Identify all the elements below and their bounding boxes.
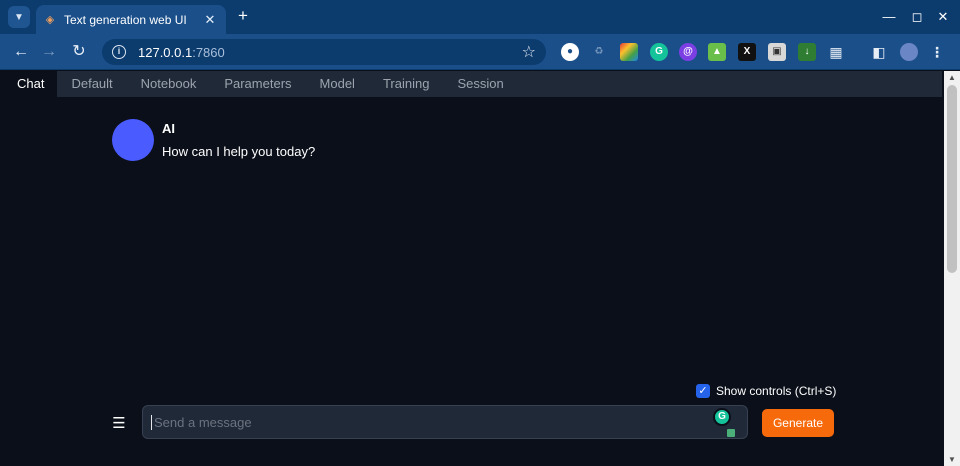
browser-titlebar: ▼ ◈ Text generation web UI ✕ + — ◻ ✕ — [0, 0, 960, 34]
minimize-icon[interactable]: — — [880, 8, 898, 26]
grammarly-icon[interactable]: G — [713, 408, 731, 426]
layers-icon: ◈ — [45, 13, 55, 26]
side-panel-icon[interactable]: ◧ — [870, 43, 888, 61]
browser-toolbar: ← → ↻ i 127.0.0.1:7860 ☆ ● ♻ G @ ▲ X ▣ ↓… — [0, 34, 960, 70]
back-arrow-icon[interactable]: ← — [10, 41, 32, 63]
puzzle-extensions-icon[interactable]: ▦ — [827, 43, 845, 61]
show-controls-toggle[interactable]: ✓ Show controls (Ctrl+S) — [696, 384, 836, 398]
app-tab-bar: Chat Default Notebook Parameters Model T… — [4, 71, 942, 97]
color-picker-extension-icon[interactable] — [620, 43, 638, 61]
new-tab-plus-icon[interactable]: + — [234, 7, 252, 25]
close-icon[interactable]: ✕ — [202, 12, 218, 28]
tab-default[interactable]: Default — [57, 71, 126, 97]
page-scrollbar[interactable]: ▲ ▼ — [944, 71, 960, 466]
forward-arrow-icon[interactable]: → — [38, 41, 60, 63]
more-menu-icon[interactable]: ⋮ — [928, 43, 946, 61]
at-extension-icon[interactable]: @ — [679, 43, 697, 61]
maximize-icon[interactable]: ◻ — [908, 8, 926, 26]
tab-training[interactable]: Training — [369, 71, 443, 97]
tab-parameters[interactable]: Parameters — [210, 71, 305, 97]
x-extension-icon[interactable]: X — [738, 43, 756, 61]
tab-notebook[interactable]: Notebook — [127, 71, 211, 97]
message-body: AI How can I help you today? — [162, 121, 315, 161]
window-close-icon[interactable]: ✕ — [934, 8, 952, 26]
scroll-down-arrow-icon[interactable]: ▼ — [948, 455, 956, 464]
hamburger-menu-icon[interactable]: ☰ — [112, 416, 126, 431]
message-input[interactable] — [151, 414, 739, 430]
site-info-icon[interactable]: i — [112, 45, 126, 59]
scroll-up-arrow-icon[interactable]: ▲ — [948, 73, 956, 82]
message-input-box[interactable]: G — [142, 405, 748, 439]
android-extension-icon[interactable]: ▲ — [708, 43, 726, 61]
browser-tab-title: Text generation web UI — [64, 12, 187, 27]
tab-search-chevron-icon[interactable]: ▼ — [8, 6, 30, 28]
reload-icon[interactable]: ↻ — [68, 41, 90, 63]
tab-model[interactable]: Model — [306, 71, 369, 97]
image-extension-icon[interactable]: ▣ — [768, 43, 786, 61]
download-extension-icon[interactable]: ↓ — [798, 43, 816, 61]
grammarly-status-icon — [727, 429, 735, 437]
message-author: AI — [162, 121, 175, 136]
address-bar[interactable]: i 127.0.0.1:7860 ☆ — [102, 39, 546, 65]
text-generation-app: Chat Default Notebook Parameters Model T… — [0, 71, 944, 466]
profile-avatar[interactable] — [900, 43, 918, 61]
browser-tab[interactable]: ◈ Text generation web UI ✕ — [36, 5, 226, 34]
tab-chat[interactable]: Chat — [4, 71, 58, 97]
message-text: How can I help you today? — [162, 144, 316, 159]
avatar — [112, 119, 154, 161]
chat-message: AI How can I help you today? — [112, 119, 315, 161]
show-controls-label: Show controls (Ctrl+S) — [716, 384, 837, 398]
url-port: :7860 — [192, 44, 225, 60]
tab-session[interactable]: Session — [443, 71, 517, 97]
grammarly-extension-icon[interactable]: G — [650, 43, 668, 61]
scroll-thumb[interactable] — [947, 85, 957, 273]
password-manager-extension-icon[interactable]: ● — [561, 43, 579, 61]
generate-button[interactable]: Generate — [762, 409, 834, 437]
url-host: 127.0.0.1 — [138, 44, 193, 60]
bookmark-star-icon[interactable]: ☆ — [522, 42, 536, 62]
show-controls-checkbox[interactable]: ✓ — [696, 384, 710, 398]
recycle-extension-icon[interactable]: ♻ — [590, 43, 608, 61]
